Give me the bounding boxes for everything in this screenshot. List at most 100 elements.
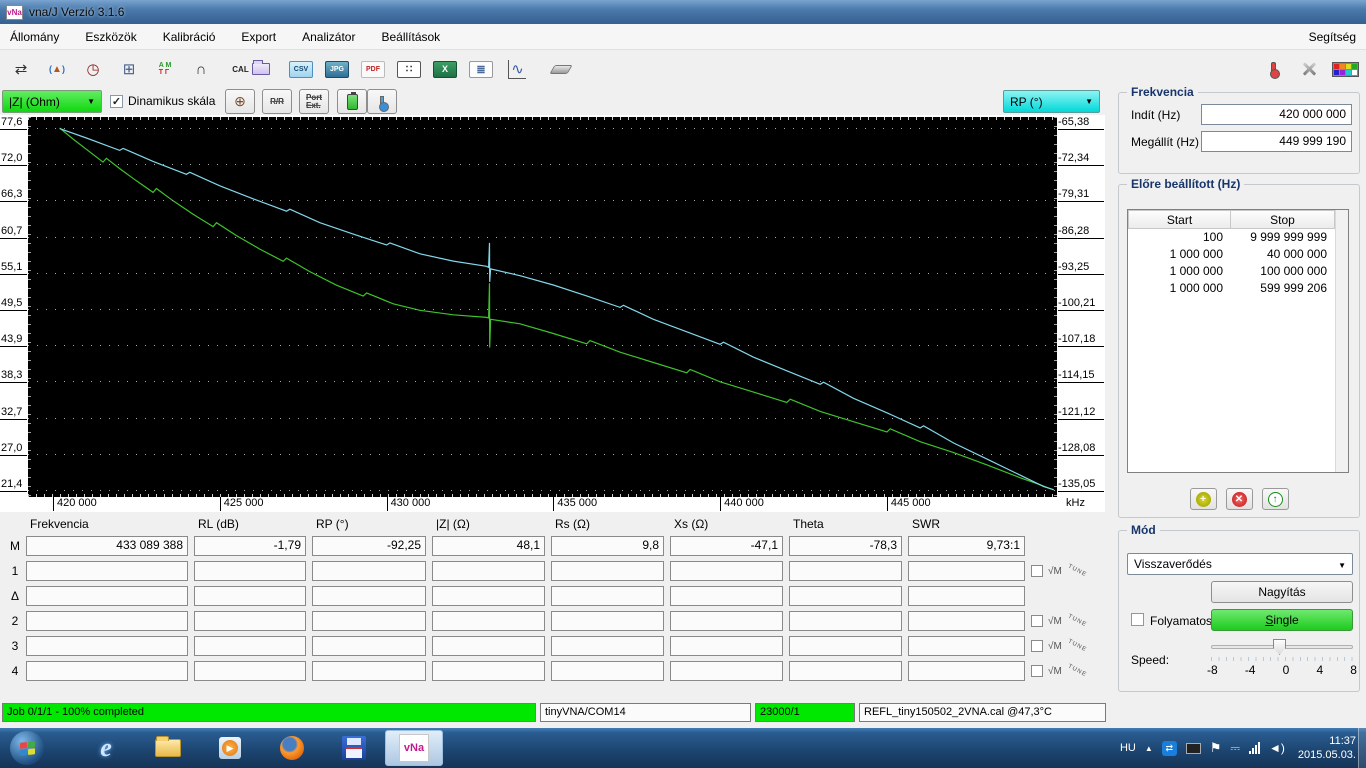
marker-value-field[interactable] [26, 636, 188, 656]
taskbar-firefox-icon[interactable] [276, 732, 308, 764]
menu-eszkozok[interactable]: Eszközök [85, 30, 136, 44]
action-center-flag-icon[interactable]: ⚑ [1210, 740, 1222, 756]
temperature-button[interactable] [367, 89, 397, 114]
marker-value-field[interactable] [432, 611, 545, 631]
marker-value-field[interactable] [789, 636, 902, 656]
marker-value-field[interactable] [670, 661, 783, 681]
marker-checkbox[interactable] [1031, 665, 1043, 677]
zoom-button[interactable]: Nagyítás [1211, 581, 1353, 603]
menu-allomany[interactable]: Állomány [10, 30, 59, 44]
window-titlebar[interactable]: vNa vna/J Verzió 3.1.6 [0, 0, 1366, 24]
marker-value-field[interactable] [789, 661, 902, 681]
preset-delete-button[interactable]: ✕ [1225, 488, 1253, 510]
marker-value-field[interactable] [194, 636, 306, 656]
language-indicator[interactable]: HU [1120, 742, 1136, 754]
presets-col-start[interactable]: Start [1128, 210, 1231, 229]
smith-chart-button[interactable]: ⊕ [225, 89, 255, 114]
show-desktop-button[interactable] [1358, 728, 1366, 768]
marker-value-field[interactable] [551, 661, 664, 681]
taskbar-ie-icon[interactable]: e [90, 732, 122, 764]
marker-value-field[interactable] [789, 586, 902, 606]
marker-checkbox[interactable] [1031, 565, 1043, 577]
plot-area[interactable] [28, 117, 1057, 497]
menu-analizator[interactable]: Analizátor [302, 30, 355, 44]
clock[interactable]: 11:37 2015.05.03. [1298, 734, 1356, 762]
marker-value-field[interactable] [194, 661, 306, 681]
marker-value-field[interactable] [551, 636, 664, 656]
marker-value-field[interactable] [312, 561, 426, 581]
power-plug-icon[interactable]: ⎓ [1230, 741, 1240, 756]
hidden-icons-button[interactable]: ▲ [1145, 744, 1153, 753]
marker-value-field[interactable]: 9,8 [551, 536, 664, 556]
marker-value-field[interactable] [551, 611, 664, 631]
marker-value-field[interactable] [908, 636, 1025, 656]
teamviewer-tray-icon[interactable]: ⇄ [1161, 740, 1177, 756]
dynamic-scale-checkbox[interactable]: ✓ Dinamikus skála [110, 94, 215, 108]
start-button[interactable] [10, 731, 44, 765]
left-scale-select[interactable]: |Z| (Ohm) ▼ [2, 90, 102, 113]
export-xls-icon[interactable]: X [432, 57, 458, 81]
taskbar-explorer-icon[interactable] [152, 732, 184, 764]
marker-value-field[interactable]: -92,25 [312, 536, 426, 556]
preset-load-button[interactable]: ↑ [1261, 488, 1289, 510]
marker-value-field[interactable] [670, 636, 783, 656]
marker-tune-icon[interactable]: TUNE [1067, 639, 1088, 654]
marker-checkbox[interactable] [1031, 640, 1043, 652]
marker-value-field[interactable] [908, 611, 1025, 631]
marker-value-field[interactable] [432, 561, 545, 581]
marker-value-field[interactable] [670, 586, 783, 606]
preset-row[interactable]: 100 9 999 999 999 [1128, 229, 1348, 246]
marker-tune-icon[interactable]: TUNE [1067, 564, 1088, 579]
export-pdf-icon[interactable]: PDF [360, 57, 386, 81]
marker-value-field[interactable] [26, 586, 188, 606]
cal-load-icon[interactable]: CAL [224, 57, 278, 81]
marker-value-field[interactable] [908, 661, 1025, 681]
marker-value-field[interactable] [26, 611, 188, 631]
menu-segitseg[interactable]: Segítség [1309, 30, 1356, 44]
taskbar-vnaj-active-app[interactable]: vNa [385, 730, 443, 766]
eraser-icon[interactable] [548, 57, 574, 81]
network-signal-icon[interactable] [1249, 742, 1260, 754]
marker-value-field[interactable] [789, 561, 902, 581]
presets-table[interactable]: Start Stop 100 9 999 999 999 1 000 000 40 0… [1127, 209, 1349, 473]
marker-value-field[interactable] [670, 611, 783, 631]
settings-tools-icon[interactable] [1296, 57, 1322, 81]
speed-slider[interactable] [1211, 639, 1353, 655]
taskbar-mediaplayer-icon[interactable]: ▶ [214, 732, 246, 764]
export-jpg-icon[interactable]: JPG [324, 57, 350, 81]
marker-value-field[interactable] [26, 661, 188, 681]
menu-beallitasok[interactable]: Beállítások [381, 30, 440, 44]
marker-tune-icon[interactable]: TUNE [1067, 614, 1088, 629]
marker-maximum-icon[interactable]: √M [1048, 666, 1062, 677]
frequency-sweep-icon[interactable]: ⇄ [8, 57, 34, 81]
marker-value-field[interactable]: 9,73:1 [908, 536, 1025, 556]
marker-value-field[interactable] [432, 661, 545, 681]
marker-value-field[interactable] [432, 586, 545, 606]
temperature-icon[interactable] [1260, 57, 1286, 81]
slider-thumb[interactable] [1273, 639, 1286, 655]
clock-icon[interactable]: ◷ [80, 57, 106, 81]
marker-value-field[interactable] [312, 586, 426, 606]
menu-kalibracio[interactable]: Kalibráció [163, 30, 216, 44]
marker-value-field[interactable]: 48,1 [432, 536, 545, 556]
marker-value-field[interactable] [312, 661, 426, 681]
marker-value-field[interactable] [551, 586, 664, 606]
presets-col-stop[interactable]: Stop [1231, 210, 1335, 229]
report-icon[interactable]: ≣ [468, 57, 494, 81]
export-points-icon[interactable]: ∷ [396, 57, 422, 81]
marker-value-field[interactable]: -78,3 [789, 536, 902, 556]
start-frequency-input[interactable]: 420 000 000 [1201, 104, 1352, 125]
antenna-icon[interactable]: (▲) [44, 57, 70, 81]
marker-value-field[interactable] [908, 586, 1025, 606]
marker-value-field[interactable] [312, 636, 426, 656]
right-scale-select[interactable]: RP (°) ▼ [1003, 90, 1100, 113]
marker-tune-icon[interactable]: TUNE [1067, 664, 1088, 679]
marker-maximum-icon[interactable]: √M [1048, 616, 1062, 627]
marker-value-field[interactable] [26, 561, 188, 581]
export-csv-icon[interactable]: CSV [288, 57, 314, 81]
clamp-icon[interactable]: ∩ [188, 57, 214, 81]
marker-value-field[interactable] [670, 561, 783, 581]
color-settings-icon[interactable] [1331, 57, 1359, 81]
single-sweep-button[interactable]: Single [1211, 609, 1353, 631]
display-tray-icon[interactable] [1185, 742, 1201, 754]
